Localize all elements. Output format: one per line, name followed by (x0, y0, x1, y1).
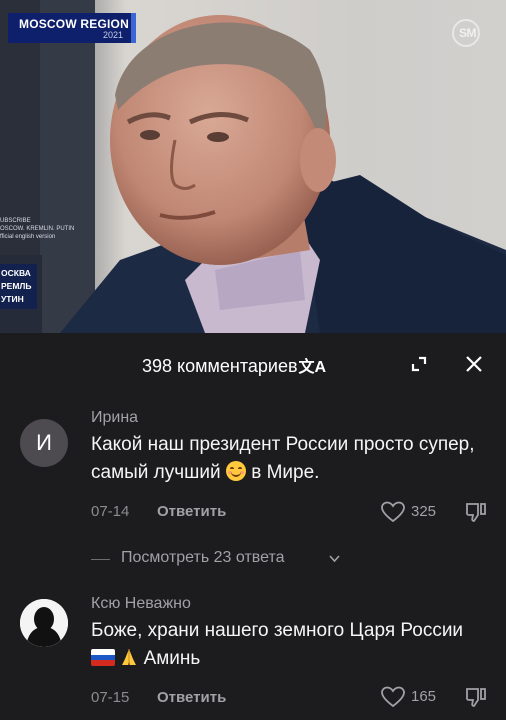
subscribe-line: UBSCRIBE (0, 218, 31, 224)
comment-text-part: Аминь (143, 648, 201, 669)
heart-icon[interactable] (380, 685, 406, 709)
comment-text-part: в Мире. (251, 462, 320, 483)
channel-badge-line: РЕМЛЬ (1, 281, 32, 291)
dislike-icon[interactable] (464, 685, 488, 709)
reply-button[interactable]: Ответить (157, 503, 226, 520)
russia-flag-emoji-icon (91, 649, 115, 666)
region-badge-year: 2021 (102, 30, 123, 40)
video-frame-image (0, 0, 506, 333)
comment-author[interactable]: Ксю Неважно (91, 595, 191, 613)
comment-text: Боже, храни нашего земного Царя России А… (91, 617, 491, 673)
expand-icon[interactable] (409, 354, 429, 374)
channel-logo-text: SM (459, 26, 477, 40)
comment-date: 07-15 (91, 689, 130, 706)
view-replies-button[interactable]: Посмотреть 23 ответа (91, 549, 421, 569)
avatar[interactable]: И (20, 419, 68, 467)
divider (91, 559, 110, 560)
comment-meta: 07-15 Ответить (91, 689, 226, 706)
comments-header: 398 комментариев文A (0, 333, 506, 395)
subscribe-line: fficial english version (0, 234, 56, 240)
view-replies-label: Посмотреть 23 ответа (121, 549, 285, 566)
translate-icon[interactable]: 文A (299, 353, 327, 377)
dislike-icon[interactable] (464, 500, 488, 524)
avatar-image (20, 599, 68, 647)
comment-meta: 07-14 Ответить (91, 503, 226, 520)
channel-badge-line: ОСКВА (1, 268, 31, 278)
close-icon[interactable] (464, 354, 484, 374)
channel-badge: ОСКВА РЕМЛЬ УТИН (0, 264, 37, 309)
channel-logo-icon: SM (452, 19, 506, 47)
comment-date: 07-14 (91, 503, 130, 520)
comments-count-title: 398 комментариев文A (142, 353, 326, 377)
comment-text: Какой наш президент России просто супер,… (91, 431, 491, 487)
avatar[interactable] (20, 599, 68, 647)
channel-badge-line: УТИН (1, 294, 24, 304)
chevron-down-icon (329, 555, 340, 563)
comments-count-text: 398 комментариев (142, 356, 298, 376)
region-badge-title: MOSCOW REGION (19, 17, 129, 31)
like-count: 325 (411, 503, 437, 520)
heart-icon[interactable] (380, 500, 406, 524)
region-badge: MOSCOW REGION 2021 (8, 13, 136, 43)
smiling-face-emoji-icon (225, 461, 246, 481)
subscribe-line: OSCOW. KREMLIN. PUTIN (0, 226, 75, 232)
folded-hands-emoji-icon (122, 649, 137, 665)
video-player[interactable]: MOSCOW REGION 2021 SM UBSCRIBE OSCOW. KR… (0, 0, 506, 333)
comment-text-part: Боже, храни нашего земного Царя России (91, 620, 464, 641)
reply-button[interactable]: Ответить (157, 689, 226, 706)
comment-author[interactable]: Ирина (91, 409, 138, 427)
like-count: 165 (411, 688, 437, 705)
subscribe-overlay: UBSCRIBE OSCOW. KREMLIN. PUTIN fficial e… (0, 217, 74, 241)
comments-panel: 398 комментариев文A И Ирина Какой наш пре… (0, 333, 506, 720)
